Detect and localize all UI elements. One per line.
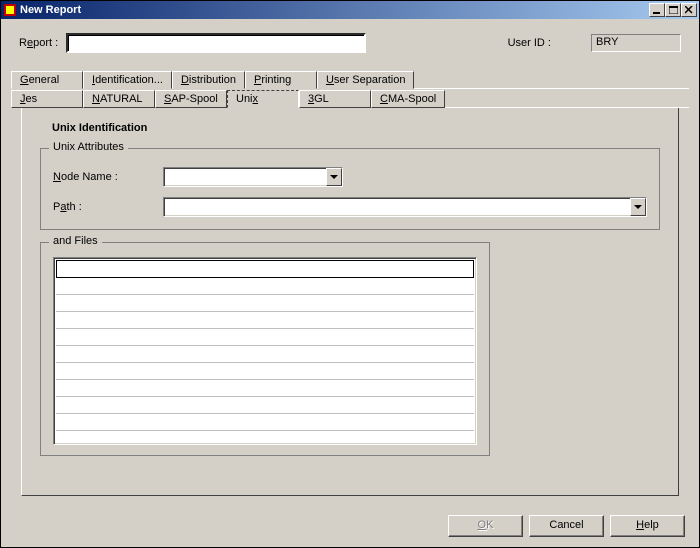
client-area: Report : User ID : BRY General Identific…: [1, 19, 699, 547]
userid-field: BRY: [591, 34, 681, 52]
window: New Report Report : User ID : BRY Genera…: [0, 0, 700, 548]
tab-general[interactable]: General: [11, 71, 83, 89]
maximize-button[interactable]: [665, 3, 681, 17]
content-panel: Unix Identification Unix Attributes Node…: [21, 108, 679, 496]
titlebar: New Report: [1, 1, 699, 19]
tab-container: General Identification... Distribution P…: [11, 71, 689, 496]
list-item[interactable]: [56, 278, 474, 295]
section-title: Unix Identification: [52, 122, 660, 134]
files-rows: [56, 278, 474, 431]
tab-user-separation[interactable]: User Separation: [317, 71, 415, 89]
tab-unix[interactable]: Unix: [227, 90, 299, 108]
minimize-button[interactable]: [649, 3, 665, 17]
chevron-down-icon[interactable]: [630, 198, 646, 216]
tab-cma-spool[interactable]: CMA-Spool: [371, 90, 445, 108]
list-item[interactable]: [56, 397, 474, 414]
header-row: Report : User ID : BRY: [1, 19, 699, 63]
list-item[interactable]: [56, 295, 474, 312]
list-item[interactable]: [56, 414, 474, 431]
tabs-filler: [414, 71, 689, 89]
list-item[interactable]: [56, 346, 474, 363]
tab-natural[interactable]: NATURAL: [83, 90, 155, 108]
files-title: and Files: [49, 235, 102, 247]
files-group: and Files: [40, 242, 490, 456]
list-item[interactable]: [56, 312, 474, 329]
node-name-value: [164, 168, 326, 186]
tabs-row-2: Jes NATURAL SAP-Spool Unix 3GL CMA-Spool: [11, 90, 689, 108]
path-value: [164, 198, 630, 216]
files-list[interactable]: [53, 257, 477, 445]
window-title: New Report: [20, 4, 649, 16]
dialog-buttons: OK Cancel Help: [448, 515, 685, 537]
node-name-combo[interactable]: [163, 167, 343, 187]
cancel-button[interactable]: Cancel: [529, 515, 604, 537]
userid-label: User ID :: [508, 37, 551, 49]
list-item[interactable]: [56, 329, 474, 346]
tab-jes[interactable]: Jes: [11, 90, 83, 108]
node-name-label: Node Name :: [53, 171, 163, 183]
chevron-down-icon[interactable]: [326, 168, 342, 186]
app-icon: [3, 3, 17, 17]
list-item[interactable]: [56, 380, 474, 397]
path-combo[interactable]: [163, 197, 647, 217]
files-input[interactable]: [56, 260, 474, 278]
unix-attributes-group: Unix Attributes Node Name : Path :: [40, 148, 660, 230]
report-input[interactable]: [66, 33, 366, 53]
tab-printing[interactable]: Printing: [245, 71, 317, 89]
list-item[interactable]: [56, 363, 474, 380]
window-controls: [649, 3, 697, 17]
tab-3gl[interactable]: 3GL: [299, 90, 371, 108]
close-button[interactable]: [681, 3, 697, 17]
tab-distribution[interactable]: Distribution: [172, 71, 245, 89]
ok-button[interactable]: OK: [448, 515, 523, 537]
path-label: Path :: [53, 201, 163, 213]
help-button[interactable]: Help: [610, 515, 685, 537]
tab-sap-spool[interactable]: SAP-Spool: [155, 90, 227, 108]
unix-attributes-title: Unix Attributes: [49, 141, 128, 153]
report-label: Report :: [19, 37, 58, 49]
tabs-row-1: General Identification... Distribution P…: [11, 71, 689, 89]
subtabs-filler: [445, 90, 689, 108]
tab-identification[interactable]: Identification...: [83, 71, 172, 89]
